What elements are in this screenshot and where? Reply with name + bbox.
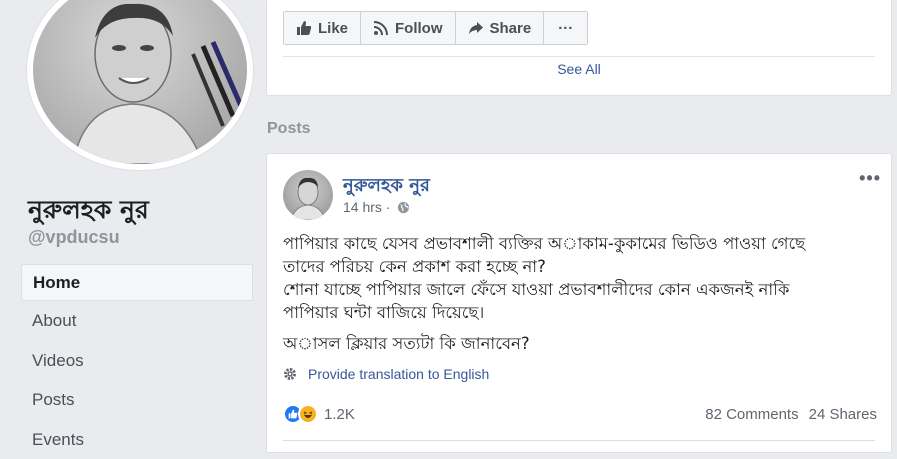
nav-item-videos[interactable]: Videos [21, 341, 253, 381]
posts-heading: Posts [267, 120, 311, 138]
post-options-button[interactable]: ••• [859, 168, 881, 189]
thumbs-up-icon [296, 20, 312, 36]
share-arrow-icon [468, 20, 484, 36]
post-line-3: শোনা যাচ্ছে পাপিয়ার জালে ফেঁসে যাওয়া প… [283, 278, 877, 301]
post-engagement: 82 Comments 24 Shares [705, 406, 877, 423]
haha-reaction-icon [298, 404, 318, 424]
post-timestamp[interactable]: 14 hrs · [343, 199, 410, 215]
globe-icon [397, 201, 410, 214]
post-line-5: অাসল ক্লিয়ার সত্যটা কি জানাবেন? [283, 332, 877, 355]
gear-icon [283, 367, 297, 381]
more-options-label: ··· [558, 20, 573, 37]
share-label: Share [490, 20, 532, 37]
reactions-summary[interactable]: 1.2K [283, 404, 355, 424]
shares-count-link[interactable]: 24 Shares [809, 406, 877, 423]
page-handle[interactable]: @vpducsu [28, 227, 120, 248]
post-line-1: পাপিয়ার কাছে যেসব প্রভাবশালী ব্যক্তির অ… [283, 232, 877, 255]
like-label: Like [318, 20, 348, 37]
author-photo-icon [283, 170, 333, 220]
post-author-avatar[interactable] [283, 170, 333, 220]
post-line-2: তাদের পরিচয় কেন প্রকাশ করা হচ্ছে না? [283, 255, 877, 278]
more-options-button[interactable]: ··· [544, 12, 587, 44]
nav-item-events[interactable]: Events [21, 420, 253, 459]
follow-label: Follow [395, 20, 443, 37]
see-all-link[interactable]: See All [267, 61, 891, 77]
follow-page-button[interactable]: Follow [361, 12, 456, 44]
nav-item-home[interactable]: Home [21, 264, 253, 301]
reactions-count: 1.2K [324, 406, 355, 423]
post-text: পাপিয়ার কাছে যেসব প্রভাবশালী ব্যক্তির অ… [283, 232, 877, 363]
rss-icon [373, 20, 389, 36]
post-author-name[interactable]: নুরুলহক নুর [343, 171, 430, 202]
nav-item-about[interactable]: About [21, 301, 253, 341]
left-column: নুরুলহক নুর @vpducsu Home About Videos P… [0, 0, 262, 443]
post-card: নুরুলহক নুর 14 hrs · ••• পাপিয়ার কাছে য… [266, 153, 892, 453]
page-action-bar: Like Follow Share ··· [283, 11, 588, 45]
like-page-button[interactable]: Like [284, 12, 361, 44]
card-divider [283, 56, 875, 57]
post-divider [283, 440, 875, 441]
share-page-button[interactable]: Share [456, 12, 545, 44]
post-line-4: পাপিয়ার ঘন্টা বাজিয়ে দিয়েছে। [283, 301, 877, 324]
comments-count-link[interactable]: 82 Comments [705, 406, 798, 423]
translate-label: Provide translation to English [308, 366, 489, 382]
nav-item-posts[interactable]: Posts [21, 380, 253, 420]
translate-link[interactable]: Provide translation to English [283, 366, 489, 382]
post-stats: 1.2K 82 Comments 24 Shares [283, 402, 877, 426]
post-time-text: 14 hrs · [343, 199, 390, 215]
page-actions-card: Like Follow Share ··· See All [266, 0, 892, 96]
page-nav: Home About Videos Posts Events [21, 264, 253, 459]
